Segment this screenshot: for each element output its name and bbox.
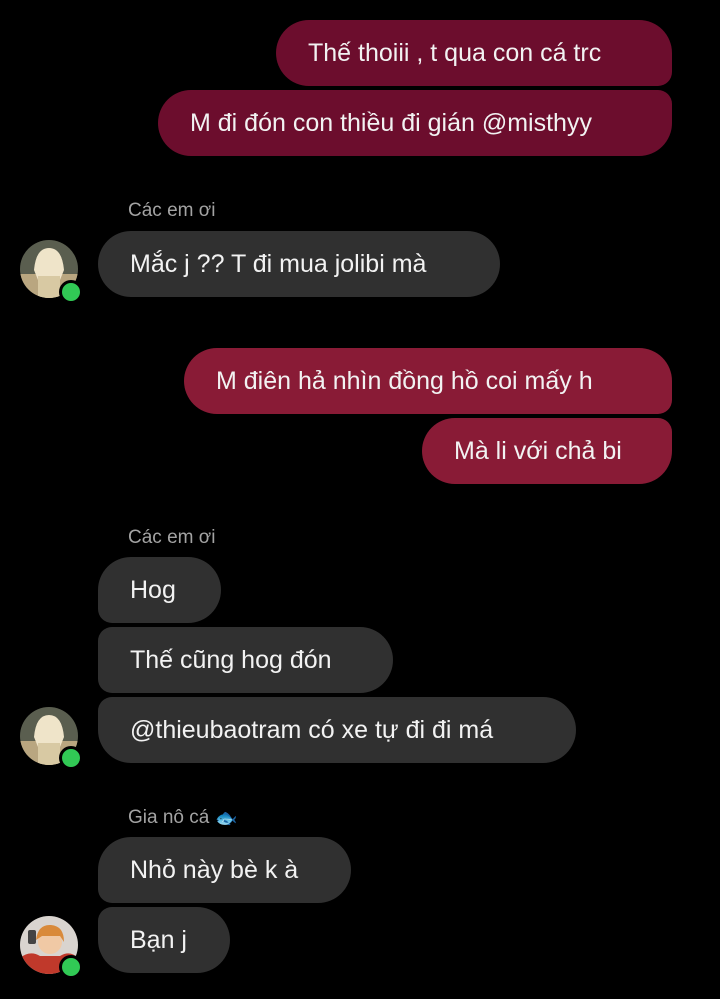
outgoing-message[interactable]: Thế thoiii , t qua con cá trc <box>276 20 672 86</box>
fish-icon: 🐟 <box>215 808 238 828</box>
outgoing-message[interactable]: M đi đón con thiều đi gián @misthyy <box>158 90 672 156</box>
sender-name: Các em ơi <box>128 527 216 548</box>
online-status-dot <box>59 955 83 979</box>
sender-name: Gia nô cá 🐟 <box>128 807 238 828</box>
outgoing-message[interactable]: M điên hả nhìn đồng hồ coi mấy h <box>184 348 672 414</box>
incoming-message[interactable]: Thế cũng hog đón <box>98 627 393 693</box>
incoming-message[interactable]: @thieubaotram có xe tự đi đi má <box>98 697 576 763</box>
incoming-message[interactable]: Mắc j ?? T đi mua jolibi mà <box>98 231 500 297</box>
online-status-dot <box>59 280 83 304</box>
online-status-dot <box>59 746 83 770</box>
incoming-message[interactable]: Hog <box>98 557 221 623</box>
incoming-message[interactable]: Bạn j <box>98 907 230 973</box>
incoming-message[interactable]: Nhỏ này bè k à <box>98 837 351 903</box>
outgoing-message[interactable]: Mà li với chả bi <box>422 418 672 484</box>
sender-name: Các em ơi <box>128 200 216 221</box>
